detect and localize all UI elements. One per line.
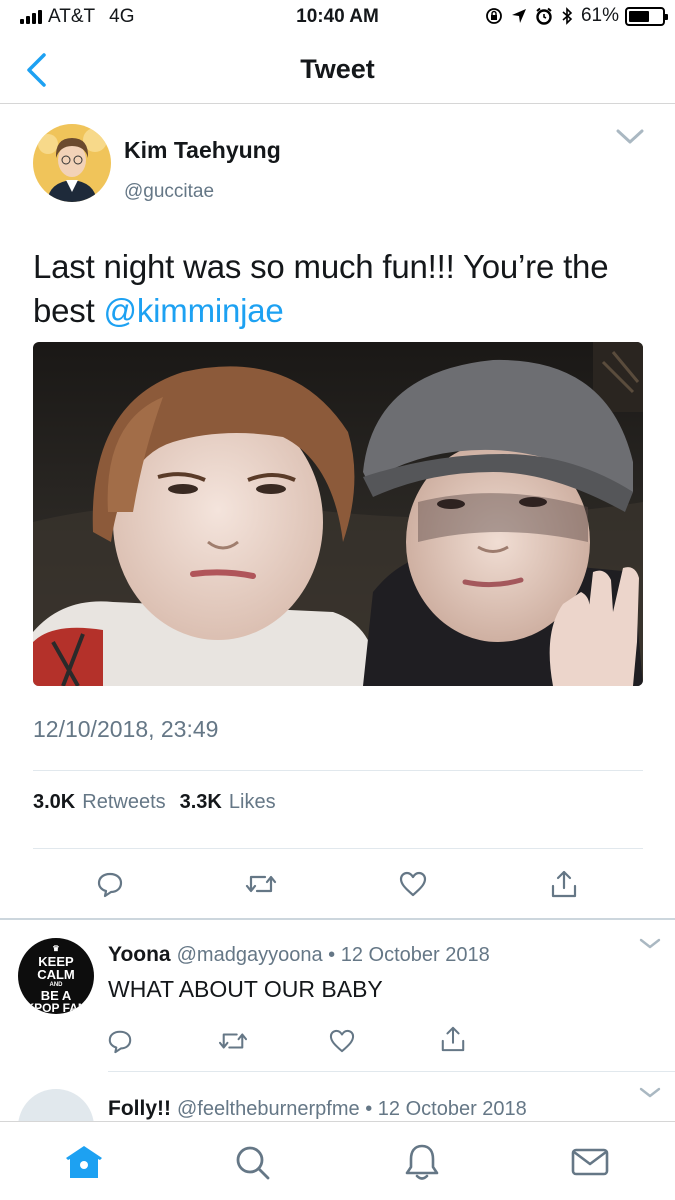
- status-right: 61%: [485, 5, 668, 27]
- reply-menu-button[interactable]: [636, 1083, 664, 1103]
- retweets-label: Retweets: [82, 791, 166, 813]
- like-button[interactable]: [396, 867, 430, 901]
- tab-bar: [0, 1121, 675, 1200]
- tweet-photo[interactable]: [33, 342, 643, 686]
- mention-link[interactable]: @kimminjae: [104, 292, 284, 329]
- reply-avatar[interactable]: [18, 1089, 94, 1121]
- reply-item[interactable]: Folly!! @feeltheburnerpfme • 12 October 2…: [0, 1073, 675, 1121]
- retweet-icon: [218, 1033, 248, 1049]
- retweets-stat[interactable]: 3.0K Retweets: [33, 791, 166, 814]
- selfie-photo-image: [33, 342, 643, 686]
- like-icon: [329, 1029, 355, 1053]
- alarm-icon: [535, 7, 553, 25]
- retweets-count: 3.0K: [33, 791, 76, 813]
- keep-calm-image: ♛ KEEP CALM AND BE A KPOP FAN: [18, 938, 94, 1014]
- battery-fill: [629, 10, 649, 22]
- divider: [33, 770, 643, 771]
- location-icon: [511, 8, 527, 24]
- reply-author-handle: @madgayyoona: [176, 944, 323, 966]
- likes-stat[interactable]: 3.3K Likes: [180, 791, 276, 814]
- nav-bar: Tweet: [0, 34, 675, 104]
- tab-notifications[interactable]: [400, 1140, 444, 1184]
- reply-separator: •: [365, 1098, 373, 1120]
- reply-item[interactable]: ♛ KEEP CALM AND BE A KPOP FAN Yoona @madg…: [0, 920, 675, 1072]
- reply-author-handle: @feeltheburnerpfme: [177, 1098, 360, 1120]
- likes-count: 3.3K: [179, 791, 222, 813]
- tweet-menu-button[interactable]: [612, 123, 648, 153]
- rotation-lock-icon: [485, 7, 503, 25]
- reply-text: WHAT ABOUT OUR BABY: [108, 976, 383, 1002]
- battery-percent: 61%: [580, 5, 619, 26]
- chevron-down-icon: [639, 1087, 661, 1098]
- reply-header: Folly!! @feeltheburnerpfme • 12 October 2…: [108, 1097, 527, 1121]
- reply-button[interactable]: [93, 867, 127, 901]
- chevron-down-icon: [616, 129, 644, 144]
- retweet-button[interactable]: [244, 867, 278, 901]
- author-handle[interactable]: @guccitae: [124, 181, 214, 203]
- notifications-icon: [405, 1144, 439, 1180]
- reply-button[interactable]: [103, 1024, 137, 1058]
- reply-icon: [108, 1030, 132, 1054]
- tab-search[interactable]: [230, 1140, 274, 1184]
- reply-avatar[interactable]: ♛ KEEP CALM AND BE A KPOP FAN: [18, 938, 94, 1014]
- reply-separator: •: [328, 944, 336, 966]
- reply-author-name[interactable]: Folly!!: [108, 1097, 171, 1120]
- search-icon: [236, 1146, 270, 1180]
- share-icon: [441, 1026, 465, 1052]
- chevron-down-icon: [639, 938, 661, 949]
- retweet-button[interactable]: [216, 1024, 250, 1058]
- divider: [33, 848, 643, 849]
- tweet-stats: 3.0K Retweets 3.3K Likes: [33, 791, 290, 814]
- retweet-icon: [245, 875, 277, 893]
- reply-icon: [97, 872, 123, 898]
- home-icon: [66, 1146, 102, 1178]
- share-button[interactable]: [547, 867, 581, 901]
- reply-menu-button[interactable]: [636, 934, 664, 954]
- battery-icon: [625, 6, 668, 26]
- page-title: Tweet: [300, 54, 375, 84]
- avatar-text: CALM: [37, 967, 75, 982]
- status-bar: AT&T 4G 10:40 AM 61%: [0, 0, 675, 34]
- tweet-text: Last night was so much fun!!! You’re the…: [33, 245, 643, 333]
- like-icon: [399, 871, 427, 897]
- tab-messages[interactable]: [568, 1140, 612, 1184]
- messages-icon: [571, 1148, 609, 1176]
- tweet-timestamp: 12/10/2018, 23:49: [33, 716, 219, 742]
- reply-date: 12 October 2018: [377, 1098, 527, 1120]
- author-avatar[interactable]: [33, 124, 111, 202]
- reply-date: 12 October 2018: [340, 944, 490, 966]
- likes-label: Likes: [228, 791, 276, 813]
- reply-author-name[interactable]: Yoona: [108, 943, 171, 966]
- crown-icon: ♛: [52, 944, 60, 953]
- like-button[interactable]: [325, 1024, 359, 1058]
- share-icon: [551, 870, 577, 898]
- bluetooth-icon: [561, 7, 573, 25]
- avatar-text: KPOP FAN: [25, 1001, 87, 1014]
- share-button[interactable]: [436, 1022, 470, 1056]
- tab-home[interactable]: [62, 1140, 106, 1184]
- tweet-actions: [0, 867, 675, 901]
- author-name[interactable]: Kim Taehyung: [124, 137, 281, 164]
- reply-header: Yoona @madgayyoona • 12 October 2018: [108, 943, 490, 967]
- divider: [108, 1071, 675, 1072]
